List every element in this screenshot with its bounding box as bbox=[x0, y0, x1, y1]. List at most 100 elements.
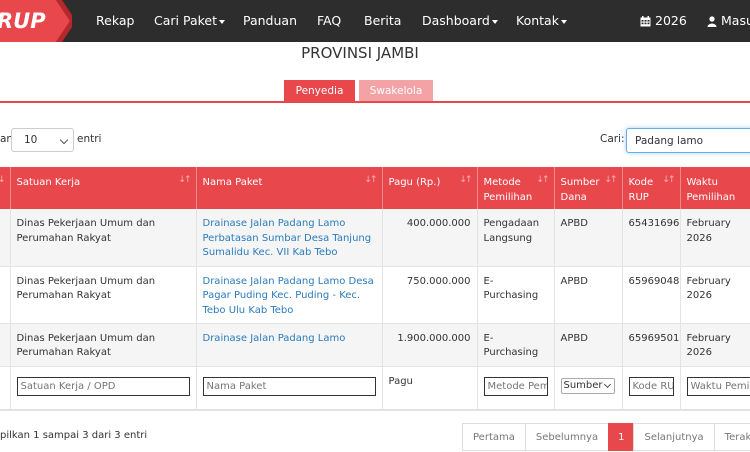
pager-page-button[interactable]: 1 bbox=[608, 423, 635, 451]
page-length-value: 10 bbox=[24, 134, 38, 146]
col-header-no[interactable]: ↓ bbox=[0, 167, 11, 209]
length-suffix-label: entri bbox=[77, 133, 102, 145]
filter-cell: Sumber bbox=[554, 366, 623, 410]
page-length-select[interactable]: 10 bbox=[11, 128, 74, 152]
tab-penyedia[interactable]: Penyedia bbox=[284, 80, 355, 102]
col-header-kode-rup[interactable]: Kode RUP ↓↑ bbox=[622, 167, 681, 209]
header-label: Pagu (Rp.) bbox=[388, 177, 441, 188]
sort-icon: ↓↑ bbox=[459, 175, 472, 185]
paket-link[interactable]: Drainase Jalan Padang Lamo bbox=[203, 333, 346, 344]
sort-icon: ↓↑ bbox=[662, 175, 675, 185]
paket-link[interactable]: Drainase Jalan Padang Lamo Perbatasan Su… bbox=[203, 218, 372, 258]
table-info: pilkan 1 sampai 3 dari 3 entri bbox=[0, 430, 148, 441]
cell-metode: E-Purchasing bbox=[477, 266, 555, 324]
nav-faq[interactable]: FAQ bbox=[317, 0, 341, 42]
caret-down-icon bbox=[560, 19, 567, 24]
filter-cell bbox=[196, 366, 383, 410]
filter-satuan-kerja-input[interactable] bbox=[16, 376, 190, 396]
chevron-down-icon bbox=[59, 135, 69, 145]
nav-rekap[interactable]: Rekap bbox=[96, 0, 134, 42]
search-input[interactable] bbox=[626, 128, 750, 153]
tab-swakelola[interactable]: Swakelola bbox=[359, 80, 433, 102]
pager-prev-button[interactable]: Sebelumnya bbox=[524, 423, 610, 451]
pager-first-button[interactable]: Pertama bbox=[462, 423, 526, 451]
pager-next-button[interactable]: Selanjutnya bbox=[633, 423, 715, 451]
header-label: Metode Pemilihan bbox=[483, 177, 533, 203]
cell-pagu: 400.000.000 bbox=[382, 209, 478, 267]
cell-pagu: 750.000.000 bbox=[382, 266, 478, 324]
filter-waktu-input[interactable] bbox=[686, 376, 750, 396]
sort-icon: ↓↑ bbox=[178, 175, 191, 185]
nav-rekap-label: Rekap bbox=[96, 13, 135, 28]
nav-login-label: Masuk bbox=[721, 13, 750, 28]
nav-cari-paket-label: Cari Paket bbox=[154, 13, 217, 28]
pager-last-button[interactable]: Terakhir bbox=[713, 423, 750, 451]
caret-down-icon bbox=[219, 19, 225, 24]
col-header-metode[interactable]: Metode Pemilihan ↓↑ bbox=[477, 167, 555, 209]
nav-dashboard-label: Dashboard bbox=[422, 13, 490, 28]
filter-nama-paket-input[interactable] bbox=[202, 376, 376, 396]
paket-table: ↓ Satuan Kerja ↓↑ Nama Paket ↓↑ Pagu (Rp.)… bbox=[0, 167, 750, 410]
col-header-satuan-kerja[interactable]: Satuan Kerja ↓↑ bbox=[10, 167, 197, 209]
cell-no bbox=[0, 366, 11, 410]
col-header-sumber-dana[interactable]: Sumber Dana ↓↑ bbox=[554, 167, 623, 209]
cell-nama-paket: Drainase Jalan Padang Lamo Perbatasan Su… bbox=[196, 209, 383, 267]
table-row: Dinas Pekerjaan Umum dan Perumahan Rakya… bbox=[0, 209, 750, 267]
user-icon bbox=[707, 16, 717, 27]
header-label: Sumber Dana bbox=[560, 177, 600, 203]
rup-logo[interactable]: RUP bbox=[0, 0, 72, 42]
filter-cell bbox=[680, 366, 750, 410]
page-title: PROVINSI JAMBI bbox=[301, 44, 419, 62]
header-label: Kode RUP bbox=[628, 177, 654, 203]
cell-satuan-kerja: Dinas Pekerjaan Umum dan Perumahan Rakya… bbox=[10, 266, 197, 324]
nav-year[interactable]: 2026 bbox=[640, 0, 687, 42]
nav-dashboard[interactable]: Dashboard bbox=[422, 0, 498, 42]
cell-sumber-dana: APBD bbox=[554, 266, 623, 324]
filter-cell bbox=[10, 366, 197, 410]
nav-panduan[interactable]: Panduan bbox=[243, 0, 297, 42]
logo-text: RUP bbox=[0, 9, 46, 33]
filter-row: Pagu Sumber bbox=[0, 366, 750, 410]
calendar-icon bbox=[640, 16, 651, 27]
filter-sumber-dana-select[interactable]: Sumber bbox=[560, 377, 615, 394]
filter-cell: Pagu bbox=[382, 366, 478, 410]
sort-icon: ↓↑ bbox=[536, 175, 549, 185]
cell-waktu: February 2026 bbox=[680, 209, 750, 267]
cell-metode: E-Purchasing bbox=[477, 323, 555, 367]
pagination: Pertama Sebelumnya 1 Selanjutnya Terakhi… bbox=[462, 423, 750, 451]
paket-link[interactable]: Drainase Jalan Padang Lamo Desa Pagar Pu… bbox=[203, 276, 374, 316]
cell-kode-rup: 65969048 bbox=[622, 266, 681, 324]
cell-sumber-dana: APBD bbox=[554, 209, 623, 267]
cell-no bbox=[0, 323, 11, 367]
tab-underline bbox=[0, 101, 750, 103]
nav-login[interactable]: Masuk bbox=[707, 0, 750, 42]
table-header-row: ↓ Satuan Kerja ↓↑ Nama Paket ↓↑ Pagu (Rp.)… bbox=[0, 167, 750, 209]
filter-kode-rup-input[interactable] bbox=[628, 376, 674, 396]
filter-cell bbox=[477, 366, 555, 410]
header-label: Nama Paket bbox=[202, 177, 263, 188]
cell-metode: Pengadaan Langsung bbox=[477, 209, 555, 267]
col-header-waktu[interactable]: Waktu Pemilihan bbox=[680, 167, 750, 209]
cell-satuan-kerja: Dinas Pekerjaan Umum dan Perumahan Rakya… bbox=[10, 323, 197, 367]
caret-down-icon bbox=[491, 19, 498, 24]
filter-pagu-label: Pagu bbox=[388, 375, 413, 387]
filter-metode-input[interactable] bbox=[483, 376, 548, 396]
cell-satuan-kerja: Dinas Pekerjaan Umum dan Perumahan Rakya… bbox=[10, 209, 197, 267]
filter-sumber-dana-value: Sumber bbox=[563, 379, 603, 391]
nav-berita-label: Berita bbox=[364, 13, 402, 28]
table-row: Dinas Pekerjaan Umum dan Perumahan Rakya… bbox=[0, 266, 750, 324]
col-header-nama-paket[interactable]: Nama Paket ↓↑ bbox=[196, 167, 383, 209]
table-row: Dinas Pekerjaan Umum dan Perumahan Rakya… bbox=[0, 323, 750, 367]
col-header-pagu[interactable]: Pagu (Rp.) ↓↑ bbox=[382, 167, 478, 209]
chevron-down-icon bbox=[603, 380, 611, 388]
sort-icon: ↓ bbox=[0, 173, 5, 188]
cell-no bbox=[0, 266, 11, 324]
nav-year-label: 2026 bbox=[655, 13, 687, 28]
nav-berita[interactable]: Berita bbox=[364, 0, 401, 42]
cell-pagu: 1.900.000.000 bbox=[382, 323, 478, 367]
filter-cell bbox=[622, 366, 681, 410]
nav-kontak[interactable]: Kontak bbox=[516, 0, 567, 42]
nav-cari-paket[interactable]: Cari Paket bbox=[154, 0, 225, 42]
nav-panduan-label: Panduan bbox=[243, 13, 297, 28]
header-label: Satuan Kerja bbox=[16, 177, 81, 188]
